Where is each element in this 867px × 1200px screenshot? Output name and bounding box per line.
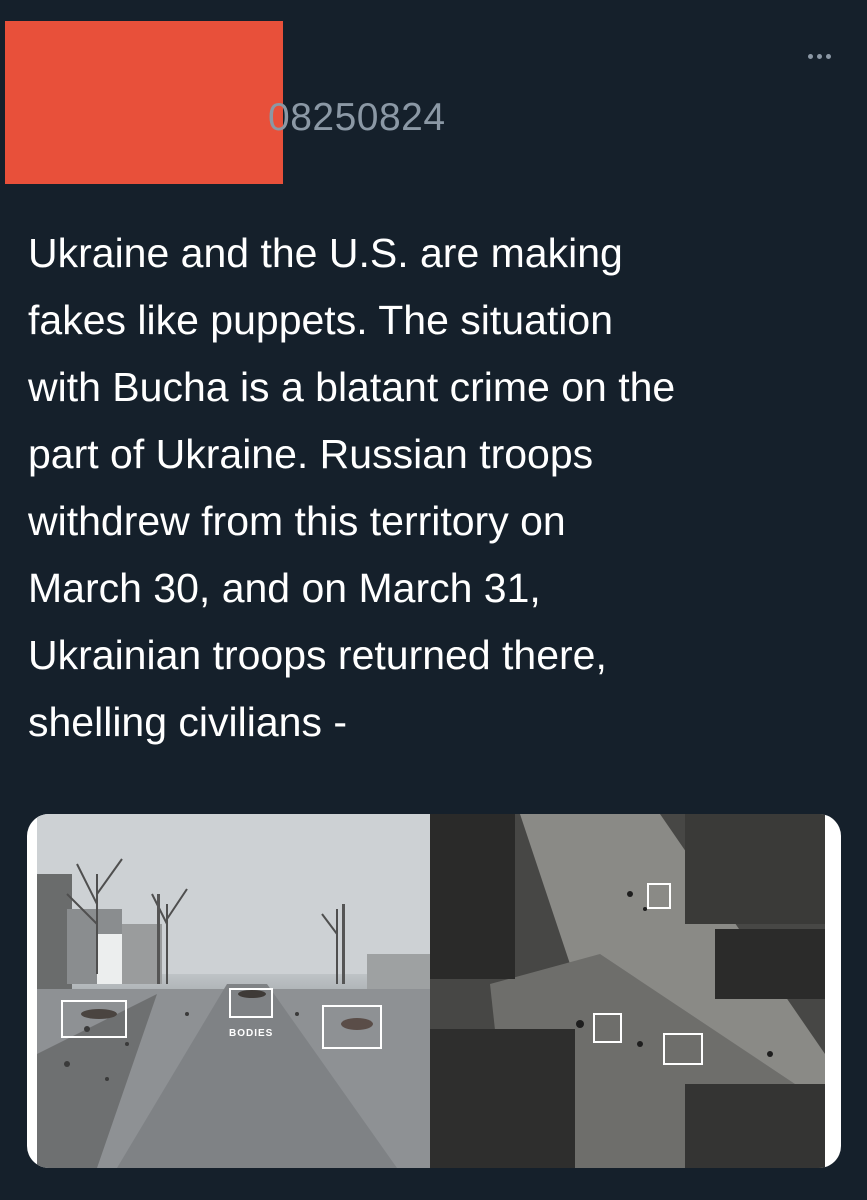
highlight-box-1	[61, 1000, 127, 1038]
tweet-media[interactable]: BODIES	[27, 814, 841, 1168]
satellite-box-1	[647, 883, 671, 909]
highlight-box-3	[322, 1005, 382, 1049]
satellite-view-illustration	[430, 814, 825, 1168]
street-photo: BODIES	[37, 814, 454, 1168]
satellite-photo	[430, 814, 825, 1168]
satellite-box-3	[663, 1033, 703, 1065]
more-options-icon[interactable]	[801, 44, 837, 68]
highlight-box-2	[229, 988, 273, 1018]
satellite-box-2	[593, 1013, 622, 1043]
user-handle[interactable]: 08250824	[268, 96, 446, 140]
tweet-text: Ukraine and the U.S. are making fakes li…	[28, 230, 676, 745]
bodies-caption: BODIES	[229, 1028, 274, 1039]
redaction-block	[5, 21, 283, 184]
